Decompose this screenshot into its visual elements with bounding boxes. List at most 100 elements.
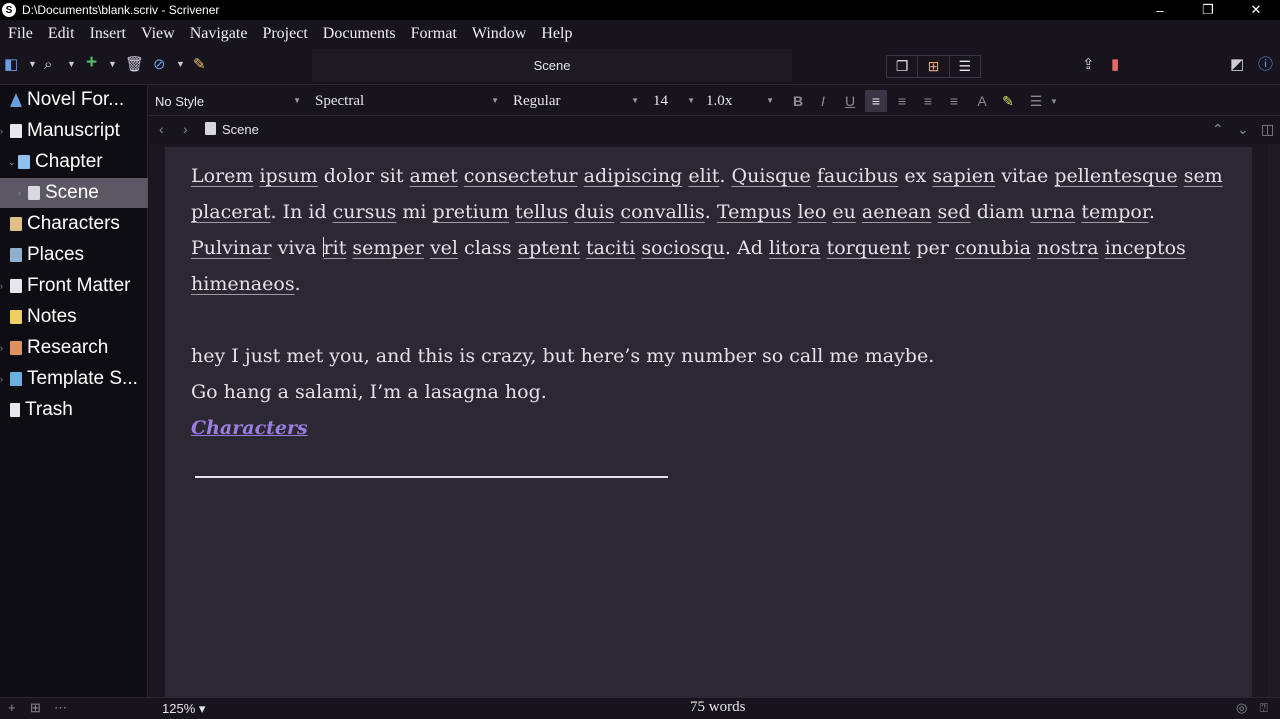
bookmark-icon[interactable]: ▮ xyxy=(1111,56,1119,74)
style-select[interactable]: No Style ▼ xyxy=(155,90,305,112)
document-text[interactable]: Lorem ipsum dolor sit amet consectetur a… xyxy=(191,158,1241,446)
binder-item-research[interactable]: › Research xyxy=(0,333,148,363)
misspelled-word[interactable]: convallis xyxy=(620,201,704,223)
misspelled-word[interactable]: sapien xyxy=(932,165,995,187)
menu-help[interactable]: Help xyxy=(541,25,572,43)
editor-scrollbar[interactable] xyxy=(1268,144,1280,697)
text-editor[interactable]: Lorem ipsum dolor sit amet consectetur a… xyxy=(165,147,1252,697)
menu-edit[interactable]: Edit xyxy=(48,25,75,43)
corkboard-icon[interactable]: ⊞ xyxy=(918,56,950,77)
zoom-select[interactable]: 125% ▾ xyxy=(162,701,205,717)
text-color-icon[interactable]: A xyxy=(971,90,993,112)
target-icon[interactable]: ◎ xyxy=(1236,700,1247,716)
add-folder-icon[interactable]: ⊞ xyxy=(30,700,41,716)
misspelled-word[interactable]: Quisque xyxy=(732,165,811,187)
previous-document-icon[interactable]: ⌃ xyxy=(1212,121,1224,138)
misspelled-word[interactable]: Lorem xyxy=(191,165,253,187)
misspelled-word[interactable]: vel xyxy=(430,237,458,259)
info-icon[interactable]: ⓘ xyxy=(1258,56,1273,74)
inspector-toggle-icon[interactable]: ◩ xyxy=(1230,56,1244,74)
misspelled-word[interactable]: sociosqu xyxy=(641,237,725,259)
align-right-icon[interactable]: ≡ xyxy=(943,90,965,112)
add-menu-caret-icon[interactable]: ▼ xyxy=(108,59,117,69)
misspelled-word[interactable]: sem xyxy=(1184,165,1223,187)
menu-project[interactable]: Project xyxy=(262,25,307,43)
scrivenings-icon[interactable]: ❐ xyxy=(887,56,919,77)
misspelled-word[interactable]: semper xyxy=(352,237,424,259)
binder-menu-caret-icon[interactable]: ▼ xyxy=(28,59,37,69)
misspelled-word[interactable]: rit xyxy=(324,237,347,259)
misspelled-word[interactable]: eu xyxy=(832,201,855,223)
characters-link[interactable]: Characters xyxy=(191,417,308,439)
misspelled-word[interactable]: aptent xyxy=(518,237,580,259)
next-document-icon[interactable]: ⌄ xyxy=(1237,121,1249,138)
binder-item-places[interactable]: Places xyxy=(0,240,148,270)
close-button[interactable]: ✕ xyxy=(1232,0,1280,20)
expand-arrow-icon[interactable]: › xyxy=(18,188,28,198)
search-icon[interactable]: ⌕ xyxy=(44,56,52,74)
binder-item-trash[interactable]: Trash xyxy=(0,395,148,425)
binder-item-template-sheets[interactable]: › Template S... xyxy=(0,364,148,394)
align-left-icon[interactable]: ≡ xyxy=(865,90,887,112)
menu-file[interactable]: File xyxy=(8,25,33,43)
add-icon[interactable]: + xyxy=(86,53,97,72)
line-spacing-select[interactable]: 1.0x ▼ xyxy=(706,90,778,112)
search-menu-caret-icon[interactable]: ▼ xyxy=(67,59,76,69)
list-menu-caret-icon[interactable]: ▼ xyxy=(1043,90,1065,112)
more-options-icon[interactable]: ⋯ xyxy=(54,700,67,716)
minimize-button[interactable]: – xyxy=(1136,0,1184,20)
misspelled-word[interactable]: faucibus xyxy=(817,165,898,187)
font-select[interactable]: Spectral ▼ xyxy=(315,90,503,112)
misspelled-word[interactable]: torquent xyxy=(827,237,911,259)
expand-arrow-icon[interactable]: › xyxy=(0,374,10,384)
misspelled-word[interactable]: elit xyxy=(688,165,719,187)
misspelled-word[interactable]: aenean xyxy=(862,201,932,223)
attachment-menu-caret-icon[interactable]: ▼ xyxy=(176,59,185,69)
misspelled-word[interactable]: tellus xyxy=(515,201,568,223)
binder-item-chapter[interactable]: ⌄ Chapter xyxy=(0,147,148,177)
align-justify-icon[interactable]: ≡ xyxy=(917,90,939,112)
italic-button[interactable]: I xyxy=(812,90,834,112)
highlight-icon[interactable]: ✎ xyxy=(997,90,1019,112)
misspelled-word[interactable]: leo xyxy=(798,201,827,223)
misspelled-word[interactable]: placerat xyxy=(191,201,271,223)
misspelled-word[interactable]: conubia xyxy=(955,237,1031,259)
misspelled-word[interactable]: Tempus xyxy=(717,201,792,223)
collapse-arrow-icon[interactable]: ⌄ xyxy=(8,157,18,168)
comment-icon[interactable]: ⍰ xyxy=(1260,700,1268,716)
attachment-icon[interactable]: ⊘ xyxy=(153,56,166,74)
misspelled-word[interactable]: taciti xyxy=(586,237,635,259)
misspelled-word[interactable]: consectetur xyxy=(464,165,578,187)
misspelled-word[interactable]: himenaeos xyxy=(191,273,295,295)
misspelled-word[interactable]: nostra xyxy=(1037,237,1098,259)
misspelled-word[interactable]: tempor xyxy=(1081,201,1149,223)
split-editor-icon[interactable]: ◫ xyxy=(1261,121,1274,138)
underline-button[interactable]: U xyxy=(839,90,861,112)
menu-navigate[interactable]: Navigate xyxy=(190,25,248,43)
misspelled-word[interactable]: pellentesque xyxy=(1054,165,1177,187)
expand-arrow-icon[interactable]: › xyxy=(0,343,10,353)
misspelled-word[interactable]: ipsum xyxy=(259,165,317,187)
binder-item-scene[interactable]: › Scene xyxy=(0,178,148,208)
align-center-icon[interactable]: ≡ xyxy=(891,90,913,112)
forward-arrow-icon[interactable]: › xyxy=(183,121,188,137)
outliner-icon[interactable]: ☰ xyxy=(950,56,980,77)
menu-documents[interactable]: Documents xyxy=(323,25,396,43)
misspelled-word[interactable]: amet xyxy=(410,165,458,187)
binder-item-characters[interactable]: Characters xyxy=(0,209,148,239)
misspelled-word[interactable]: Pulvinar xyxy=(191,237,272,259)
misspelled-word[interactable]: sed xyxy=(938,201,971,223)
bold-button[interactable]: B xyxy=(787,90,809,112)
binder-item-novel-format[interactable]: Novel For... xyxy=(0,85,148,115)
editor-document-title[interactable]: Scene xyxy=(222,122,259,137)
binder-toggle-icon[interactable]: ◧ xyxy=(4,56,18,74)
expand-arrow-icon[interactable]: › xyxy=(0,281,10,291)
misspelled-word[interactable]: inceptos xyxy=(1105,237,1186,259)
compose-icon[interactable]: ✎ xyxy=(193,56,206,74)
menu-format[interactable]: Format xyxy=(411,25,457,43)
menu-window[interactable]: Window xyxy=(472,25,526,43)
back-arrow-icon[interactable]: ‹ xyxy=(159,121,164,137)
misspelled-word[interactable]: cursus xyxy=(333,201,397,223)
binder-item-manuscript[interactable]: › Manuscript xyxy=(0,116,148,146)
restore-button[interactable]: ❐ xyxy=(1184,0,1232,20)
